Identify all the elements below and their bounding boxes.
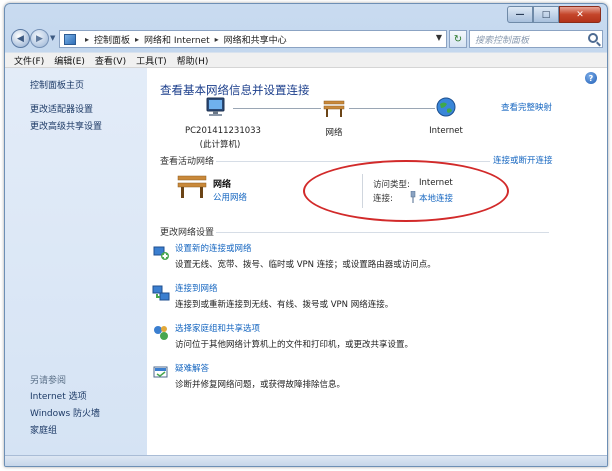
task-homegroup: 选择家庭组和共享选项 访问位于其他网络计算机上的文件和打印机，或更改共享设置。: [154, 322, 414, 350]
menu-help[interactable]: 帮助(H): [172, 54, 214, 67]
troubleshoot-icon: [153, 366, 168, 378]
computer-name: PC201411231033: [185, 126, 261, 136]
control-panel-icon: [64, 33, 76, 45]
caption-buttons: — □ ✕: [507, 6, 601, 23]
sidebar-item-homegroup[interactable]: 家庭组: [30, 423, 57, 436]
breadcrumb-separator-icon[interactable]: ▸: [215, 35, 219, 44]
computer-sublabel: (此计算机): [199, 140, 241, 150]
menu-file[interactable]: 文件(F): [9, 54, 49, 67]
computer-icon: [206, 97, 225, 116]
task-title[interactable]: 连接到网络: [175, 282, 393, 294]
address-bar[interactable]: ▸ 控制面板 ▸ 网络和 Internet ▸ 网络和共享中心 ▼: [59, 30, 447, 48]
content-area: 控制面板主页 更改适配器设置 更改高级共享设置 另请参阅 Internet 选项…: [5, 68, 607, 455]
recent-pages-dropdown-icon[interactable]: ▼: [50, 34, 55, 42]
globe-icon: [436, 97, 456, 117]
sidebar-item-internet-options[interactable]: Internet 选项: [30, 389, 87, 402]
task-title[interactable]: 设置新的连接或网络: [175, 242, 436, 254]
minimize-button[interactable]: —: [507, 6, 533, 23]
breadcrumb-control-panel[interactable]: 控制面板: [94, 33, 130, 46]
maximize-button[interactable]: □: [533, 6, 559, 23]
refresh-button[interactable]: ↻: [449, 30, 467, 48]
forward-button[interactable]: ▶: [30, 29, 49, 48]
task-description: 设置无线、宽带、拨号、临时或 VPN 连接；或设置路由器或访问点。: [175, 260, 436, 270]
breadcrumb-network-internet[interactable]: 网络和 Internet: [144, 33, 210, 46]
task-new-connection: 设置新的连接或网络 设置无线、宽带、拨号、临时或 VPN 连接；或设置路由器或访…: [153, 242, 436, 270]
network-type-link[interactable]: 公用网络: [213, 191, 247, 203]
address-dropdown-icon[interactable]: ▼: [436, 33, 442, 42]
menu-tools[interactable]: 工具(T): [131, 54, 172, 67]
breadcrumb-separator-icon[interactable]: ▸: [135, 35, 139, 44]
search-placeholder: 搜索控制面板: [475, 35, 530, 46]
active-networks-heading: 查看活动网络: [160, 157, 215, 167]
main-pane: ? 查看基本网络信息并设置连接 查看完整映射 PC201411231033 (此…: [147, 68, 607, 455]
connect-disconnect-link[interactable]: 连接或断开连接: [493, 154, 553, 166]
active-network-name: 网络: [213, 180, 232, 190]
search-icon[interactable]: [588, 33, 598, 43]
sidebar-item-advanced-sharing[interactable]: 更改高级共享设置: [30, 119, 102, 132]
breadcrumb-network-sharing-center[interactable]: 网络和共享中心: [224, 33, 287, 46]
menu-edit[interactable]: 编辑(E): [49, 54, 90, 67]
task-description: 诊断并修复网络问题，或获得故障排除信息。: [175, 380, 346, 390]
task-connect-network: 连接到网络 连接到或重新连接到无线、有线、拨号或 VPN 网络连接。: [152, 282, 394, 310]
back-arrow-icon: ◀: [17, 33, 24, 44]
homegroup-icon: [154, 326, 168, 340]
map-connector-line: [349, 108, 435, 109]
status-bar: [5, 455, 607, 466]
address-row: ◀ ▶ ▼ ▸ 控制面板 ▸ 网络和 Internet ▸ 网络和共享中心 ▼ …: [5, 26, 607, 52]
sidebar-item-change-adapter[interactable]: 更改适配器设置: [30, 102, 93, 115]
bench-network-icon: [323, 100, 345, 117]
view-full-map-link[interactable]: 查看完整映射: [501, 101, 552, 113]
sidebar: 控制面板主页 更改适配器设置 更改高级共享设置 另请参阅 Internet 选项…: [5, 68, 147, 455]
change-settings-heading: 更改网络设置: [160, 228, 215, 238]
internet-node-label: Internet: [429, 126, 463, 136]
sidebar-item-windows-firewall[interactable]: Windows 防火墙: [30, 406, 100, 419]
task-description: 连接到或重新连接到无线、有线、拨号或 VPN 网络连接。: [175, 300, 394, 310]
breadcrumb-separator-icon[interactable]: ▸: [85, 35, 89, 44]
page-title: 查看基本网络信息并设置连接: [160, 83, 310, 97]
help-icon[interactable]: ?: [585, 72, 597, 84]
connect-network-icon: [152, 285, 170, 301]
network-node-label: 网络: [325, 128, 343, 138]
sidebar-item-control-panel-home[interactable]: 控制面板主页: [30, 78, 84, 91]
back-button[interactable]: ◀: [11, 29, 30, 48]
menu-view[interactable]: 查看(V): [90, 54, 131, 67]
bench-network-icon: [177, 175, 207, 198]
new-connection-icon: [153, 246, 169, 260]
search-input[interactable]: 搜索控制面板: [469, 30, 603, 48]
menu-bar: 文件(F) 编辑(E) 查看(V) 工具(T) 帮助(H): [5, 52, 607, 68]
see-also-heading: 另请参阅: [30, 376, 67, 386]
task-title[interactable]: 选择家庭组和共享选项: [175, 322, 413, 334]
close-button[interactable]: ✕: [559, 6, 601, 23]
highlight-annotation: [303, 160, 509, 222]
map-connector-line: [233, 108, 321, 109]
section-divider: [216, 232, 549, 233]
network-sharing-center-window: — □ ✕ ◀ ▶ ▼ ▸ 控制面板 ▸ 网络和 Internet ▸ 网络和共…: [4, 3, 608, 467]
forward-arrow-icon: ▶: [36, 33, 43, 44]
task-title[interactable]: 疑难解答: [175, 362, 345, 374]
task-description: 访问位于其他网络计算机上的文件和打印机，或更改共享设置。: [175, 340, 414, 350]
refresh-icon: ↻: [453, 33, 463, 45]
task-troubleshoot: 疑难解答 诊断并修复网络问题，或获得故障排除信息。: [153, 362, 346, 390]
